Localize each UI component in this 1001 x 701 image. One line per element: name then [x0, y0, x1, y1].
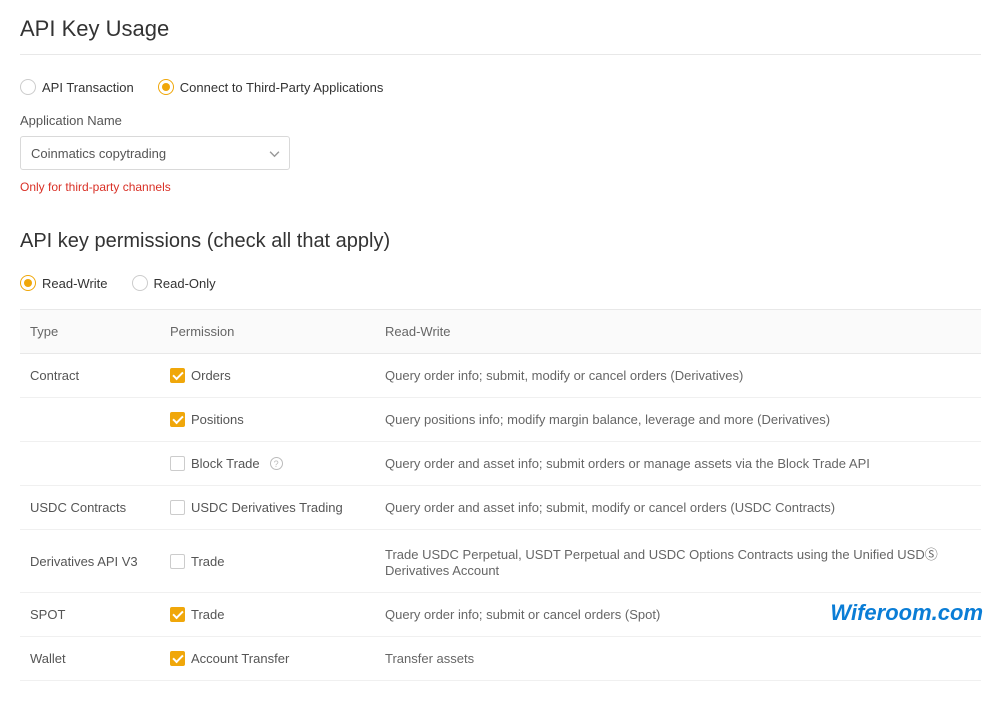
description-cell: Query order info; submit, modify or canc… — [375, 354, 981, 398]
table-row: Positions Query positions info; modify ma… — [20, 398, 981, 442]
table-row: Block Trade?Query order and asset info; … — [20, 442, 981, 486]
third-party-warning: Only for third-party channels — [20, 180, 981, 194]
page-title-usage: API Key Usage — [20, 16, 981, 42]
table-row: Contract Orders Query order info; submit, … — [20, 354, 981, 398]
description-cell: Transfer assets — [375, 637, 981, 681]
radio-label: Read-Write — [42, 276, 108, 291]
permission-checkbox[interactable] — [170, 651, 185, 666]
radio-label: Read-Only — [154, 276, 216, 291]
radio-label: API Transaction — [42, 80, 134, 95]
th-permission: Permission — [160, 310, 375, 354]
app-name-select[interactable]: Coinmatics copytrading — [20, 136, 290, 170]
page-title-permissions: API key permissions (check all that appl… — [20, 230, 981, 253]
permission-label: Trade — [191, 554, 224, 569]
permission-cell: Account Transfer — [160, 637, 375, 681]
permission-cell: Block Trade? — [160, 442, 375, 486]
info-icon[interactable]: ? — [270, 457, 283, 470]
description-cell: Query order and asset info; submit order… — [375, 442, 981, 486]
type-cell: USDC Contracts — [20, 486, 160, 530]
description-cell: Trade USDC Perpetual, USDT Perpetual and… — [375, 530, 981, 593]
permission-label: Orders — [191, 368, 231, 383]
radio-icon — [132, 275, 148, 291]
permission-cell: Orders — [160, 354, 375, 398]
permission-cell: Trade — [160, 593, 375, 637]
th-readwrite: Read-Write — [375, 310, 981, 354]
radio-read-only[interactable]: Read-Only — [132, 275, 216, 291]
permissions-table: Type Permission Read-Write Contract Order… — [20, 309, 981, 681]
access-mode-row: Read-Write Read-Only — [20, 275, 981, 291]
type-cell: SPOT — [20, 593, 160, 637]
permission-label: Trade — [191, 607, 224, 622]
permission-label: Block Trade — [191, 456, 260, 471]
description-cell: Query positions info; modify margin bala… — [375, 398, 981, 442]
type-cell — [20, 442, 160, 486]
permission-checkbox[interactable] — [170, 500, 185, 515]
table-row: Wallet Account Transfer Transfer assets — [20, 637, 981, 681]
permission-checkbox[interactable] — [170, 456, 185, 471]
permission-cell: USDC Derivatives Trading — [160, 486, 375, 530]
type-cell — [20, 398, 160, 442]
radio-label: Connect to Third-Party Applications — [180, 80, 384, 95]
permission-checkbox[interactable] — [170, 412, 185, 427]
app-name-label: Application Name — [20, 113, 981, 128]
table-row: USDC Contracts USDC Derivatives Trading Qu… — [20, 486, 981, 530]
permission-checkbox[interactable] — [170, 554, 185, 569]
radio-icon — [20, 275, 36, 291]
table-row: SPOT Trade Query order info; submit or can… — [20, 593, 981, 637]
radio-third-party[interactable]: Connect to Third-Party Applications — [158, 79, 384, 95]
th-type: Type — [20, 310, 160, 354]
permission-cell: Trade — [160, 530, 375, 593]
radio-icon — [158, 79, 174, 95]
type-cell: Derivatives API V3 — [20, 530, 160, 593]
radio-api-transaction[interactable]: API Transaction — [20, 79, 134, 95]
permission-label: Positions — [191, 412, 244, 427]
table-row: Derivatives API V3 Trade Trade USDC Perpet… — [20, 530, 981, 593]
permission-cell: Positions — [160, 398, 375, 442]
permission-label: USDC Derivatives Trading — [191, 500, 343, 515]
permission-label: Account Transfer — [191, 651, 289, 666]
permission-checkbox[interactable] — [170, 368, 185, 383]
divider — [20, 54, 981, 55]
radio-read-write[interactable]: Read-Write — [20, 275, 108, 291]
description-cell: Query order and asset info; submit, modi… — [375, 486, 981, 530]
type-cell: Wallet — [20, 637, 160, 681]
permission-checkbox[interactable] — [170, 607, 185, 622]
type-cell: Contract — [20, 354, 160, 398]
radio-icon — [20, 79, 36, 95]
usage-mode-row: API Transaction Connect to Third-Party A… — [20, 79, 981, 95]
app-name-value: Coinmatics copytrading — [31, 146, 166, 161]
description-cell: Query order info; submit or cancel order… — [375, 593, 981, 637]
